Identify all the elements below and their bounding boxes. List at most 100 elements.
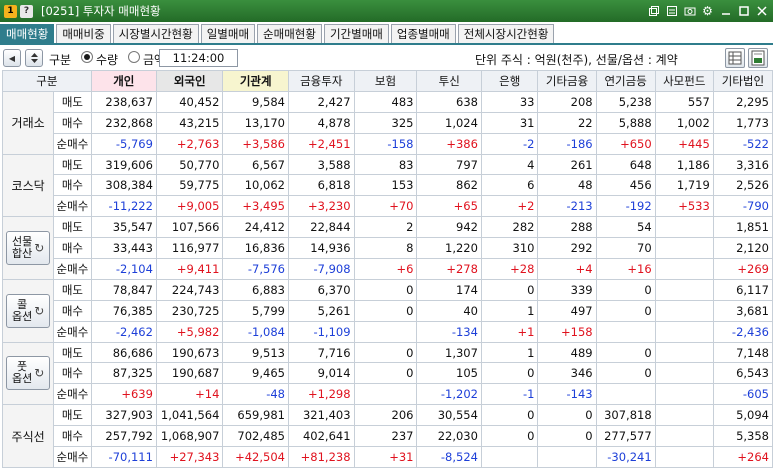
value-cell: +9,005: [155, 195, 224, 218]
value-cell: 6,370: [287, 278, 355, 301]
minimize-icon[interactable]: [718, 3, 733, 18]
column-header[interactable]: 보험: [353, 70, 418, 92]
value-cell: [654, 362, 714, 385]
tab-7[interactable]: 전체시장시간현황: [457, 24, 555, 43]
restore-icon[interactable]: [646, 3, 661, 18]
market-label: 코스닥: [11, 178, 45, 193]
refresh-icon[interactable]: ↻: [34, 305, 44, 317]
camera-icon[interactable]: [682, 3, 697, 18]
column-header[interactable]: 사모펀드: [654, 70, 714, 92]
value-cell: 54: [595, 216, 656, 239]
value-cell: [654, 383, 714, 406]
value-cell: -143: [537, 383, 597, 406]
value-cell: -30,241: [595, 446, 656, 468]
value-cell: 116,977: [155, 237, 224, 260]
value-cell: +278: [416, 258, 482, 280]
column-header[interactable]: 금융투자: [287, 70, 355, 92]
value-cell: 10,062: [222, 174, 289, 197]
row-label: 순매수: [53, 132, 92, 155]
settings-icon[interactable]: ⚙: [700, 3, 715, 18]
value-cell: [480, 446, 539, 468]
screen-number-badge[interactable]: 1: [4, 4, 17, 18]
quantity-radio[interactable]: [81, 51, 93, 63]
value-cell: 40,452: [155, 90, 224, 113]
refresh-icon[interactable]: ↻: [34, 367, 44, 379]
value-cell: 4,878: [287, 111, 355, 134]
value-cell: 107,566: [155, 216, 224, 239]
next-icon[interactable]: [25, 49, 43, 67]
value-cell: +2: [480, 195, 539, 218]
title-bar: 1 ? [0251] 투자자 매매현황 ⚙: [0, 0, 773, 22]
tab-bar: 매매현황 매매비중 시장별시간현황 일별매매 순매매현황 기간별매매 업종별매매 전체시장시간…: [0, 24, 556, 43]
value-cell: 6: [480, 174, 539, 197]
column-header[interactable]: 개인: [90, 70, 157, 92]
table-row: 주식선 매도 327,903 1,041,564 659,981 321,403 206 30…: [1, 404, 773, 468]
table-row: 매수 308,384 59,775 10,062 6,818 153 862 6 48 456 1,…: [3, 174, 773, 197]
market-cell[interactable]: 선물 합산 ↻: [1, 216, 55, 280]
value-cell: 208: [537, 90, 597, 113]
market-cell[interactable]: 콜 옵션 ↻: [1, 278, 55, 343]
column-header[interactable]: 구분: [2, 70, 92, 92]
table-view-icon[interactable]: [725, 48, 745, 68]
tab-2[interactable]: 시장별시간현황: [112, 24, 199, 43]
maximize-icon[interactable]: [736, 3, 751, 18]
row-label: 매도: [53, 278, 92, 301]
value-cell: 257,792: [90, 425, 157, 448]
value-cell: 31: [480, 111, 539, 134]
quantity-radio-label[interactable]: 수량: [96, 51, 118, 68]
value-cell: -5,769: [90, 132, 157, 155]
row-label: 매도: [53, 153, 92, 176]
column-header[interactable]: 연기금등: [595, 70, 656, 92]
help-badge[interactable]: ?: [20, 4, 33, 18]
column-header[interactable]: 기타금융: [537, 70, 597, 92]
value-cell: 6,818: [287, 174, 355, 197]
value-cell: -2: [480, 132, 539, 155]
copy-icon[interactable]: [664, 3, 679, 18]
close-icon[interactable]: [754, 3, 769, 18]
value-cell: 30,554: [416, 404, 482, 427]
value-cell: 33,443: [90, 237, 157, 260]
value-cell: 43,215: [155, 111, 224, 134]
row-label: 매수: [53, 299, 92, 322]
value-cell: +42,504: [222, 446, 289, 468]
value-cell: 9,465: [222, 362, 289, 385]
excel-icon[interactable]: [748, 48, 768, 68]
value-cell: [654, 258, 714, 280]
table-row: 거래소 매도 238,637 40,452 9,584 2,427 483 638 33 208 5…: [1, 90, 773, 155]
value-cell: 402,641: [287, 425, 355, 448]
tab-6[interactable]: 업종별매매: [390, 24, 456, 43]
value-cell: 648: [595, 153, 656, 176]
refresh-icon[interactable]: ↻: [34, 242, 44, 254]
tab-1[interactable]: 매매비중: [56, 24, 111, 43]
window-controls: ⚙: [646, 3, 769, 18]
value-cell: +27,343: [155, 446, 224, 468]
value-cell: 40: [416, 299, 482, 322]
time-input[interactable]: 11:24:00: [159, 49, 238, 67]
value-cell: 70: [595, 237, 656, 260]
tab-3[interactable]: 일별매매: [200, 24, 256, 43]
market-toggle-button[interactable]: 콜 옵션 ↻: [6, 293, 51, 328]
market-cell[interactable]: 풋 옵션 ↻: [1, 341, 55, 406]
value-cell: [595, 320, 656, 343]
column-header[interactable]: 투신: [416, 70, 482, 92]
column-header[interactable]: 기관계: [222, 70, 289, 92]
value-cell: 86,686: [90, 341, 157, 364]
value-cell: +2,451: [287, 132, 355, 155]
column-header[interactable]: 기타법인: [712, 70, 773, 92]
amount-radio[interactable]: [128, 51, 140, 63]
value-cell: +9,411: [155, 258, 224, 280]
value-cell: 6,117: [712, 278, 773, 301]
column-header[interactable]: 외국인: [155, 70, 224, 92]
column-header[interactable]: 은행: [480, 70, 539, 92]
value-cell: 261: [537, 153, 597, 176]
market-toggle-button[interactable]: 풋 옵션 ↻: [6, 356, 51, 391]
prev-icon[interactable]: ◀: [3, 49, 21, 67]
value-cell: 0: [353, 299, 418, 322]
value-cell: 153: [353, 174, 418, 197]
tab-4[interactable]: 순매매현황: [257, 24, 322, 43]
value-cell: 5,238: [595, 90, 656, 113]
market-toggle-button[interactable]: 선물 합산 ↻: [6, 231, 51, 266]
value-cell: 76,385: [90, 299, 157, 322]
tab-5[interactable]: 기간별매매: [323, 24, 389, 43]
tab-0[interactable]: 매매현황: [0, 24, 55, 43]
